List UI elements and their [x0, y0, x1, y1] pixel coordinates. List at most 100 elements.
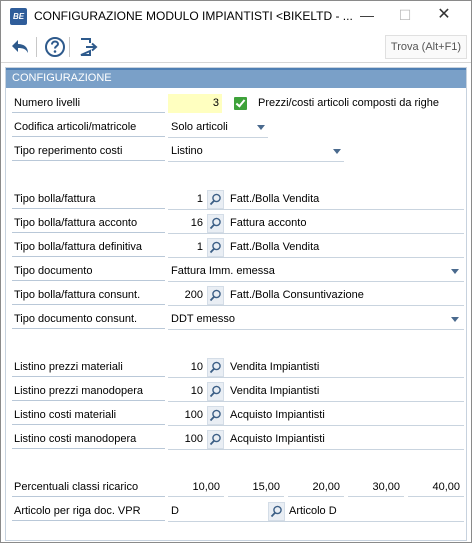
chevron-down-icon[interactable]: [254, 118, 268, 136]
listino-prezzi-materiali-desc: Vendita Impiantisti: [230, 361, 320, 373]
tipo-bolla-consunt-desc: Fatt./Bolla Consuntivazione: [230, 289, 364, 301]
percentuale-input-1[interactable]: 10,00: [168, 478, 224, 497]
listino-costi-manodopera-input[interactable]: 100: [168, 430, 206, 449]
listino-costi-materiali-desc: Acquisto Impiantisti: [230, 409, 325, 421]
field-underline: [168, 209, 464, 210]
search-icon[interactable]: [268, 502, 285, 521]
listino-prezzi-manodopera-label: Listino prezzi manodopera: [14, 385, 144, 397]
section-header: CONFIGURAZIONE: [6, 68, 466, 88]
percentuali-label: Percentuali classi ricarico: [14, 481, 139, 493]
label-underline: [12, 208, 165, 209]
listino-prezzi-materiali-input[interactable]: 10: [168, 358, 206, 377]
tipo-bolla-label: Tipo bolla/fattura: [14, 193, 96, 205]
tipo-documento-label: Tipo documento: [14, 265, 93, 277]
prezzi-costi-label: Prezzi/costi articoli composti da righe: [258, 97, 439, 109]
app-icon: BE: [10, 8, 27, 25]
field-underline: [168, 233, 464, 234]
search-icon[interactable]: [207, 406, 224, 425]
label-underline: [12, 376, 165, 377]
percentuale-input-2[interactable]: 15,00: [228, 478, 284, 497]
field-underline: [168, 137, 268, 138]
search-icon[interactable]: [207, 358, 224, 377]
label-underline: [12, 328, 165, 329]
percentuale-input-4[interactable]: 30,00: [348, 478, 404, 497]
listino-costi-manodopera-label: Listino costi manodopera: [14, 433, 137, 445]
label-underline: [12, 424, 165, 425]
label-underline: [12, 496, 165, 497]
numero-livelli-label: Numero livelli: [14, 97, 81, 109]
tipo-bolla-definitiva-label: Tipo bolla/fattura definitiva: [14, 241, 142, 253]
tipo-bolla-acconto-desc: Fattura acconto: [230, 217, 307, 229]
window-title: CONFIGURAZIONE MODULO IMPIANTISTI <BIKEL…: [34, 9, 353, 23]
articolo-vpr-input[interactable]: D: [168, 502, 266, 521]
field-underline: [168, 257, 464, 258]
label-underline: [12, 136, 165, 137]
label-underline: [12, 160, 165, 161]
field-underline: [168, 401, 464, 402]
toolbar: Trova (Alt+F1): [1, 31, 471, 63]
tipo-bolla-acconto-input[interactable]: 16: [168, 214, 206, 233]
help-icon[interactable]: [44, 36, 66, 58]
field-underline: [168, 329, 464, 330]
field-underline: [168, 377, 464, 378]
listino-costi-manodopera-desc: Acquisto Impiantisti: [230, 433, 325, 445]
tipo-documento-consunt-select[interactable]: DDT emesso: [168, 310, 446, 329]
label-underline: [12, 280, 165, 281]
search-icon[interactable]: [207, 214, 224, 233]
tipo-bolla-definitiva-input[interactable]: 1: [168, 238, 206, 257]
tipo-bolla-consunt-input[interactable]: 200: [168, 286, 206, 305]
tipo-reperimento-label: Tipo reperimento costi: [14, 145, 123, 157]
field-underline: [168, 305, 464, 306]
numero-livelli-input[interactable]: 3: [168, 94, 222, 113]
search-icon[interactable]: [207, 190, 224, 209]
toolbar-separator: [69, 37, 70, 57]
search-icon[interactable]: [207, 286, 224, 305]
chevron-down-icon[interactable]: [448, 310, 462, 328]
label-underline: [12, 232, 165, 233]
articolo-vpr-desc: Articolo D: [289, 505, 337, 517]
tipo-documento-select[interactable]: Fattura Imm. emessa: [168, 262, 446, 281]
listino-costi-materiali-input[interactable]: 100: [168, 406, 206, 425]
label-underline: [12, 256, 165, 257]
listino-prezzi-manodopera-desc: Vendita Impiantisti: [230, 385, 320, 397]
tipo-bolla-desc: Fatt./Bolla Vendita: [230, 193, 320, 205]
percentuale-input-3[interactable]: 20,00: [288, 478, 344, 497]
codifica-select[interactable]: Solo articoli: [168, 118, 252, 137]
search-icon[interactable]: [207, 382, 224, 401]
maximize-button[interactable]: ☐: [386, 1, 424, 31]
title-bar: BE CONFIGURAZIONE MODULO IMPIANTISTI <BI…: [1, 1, 471, 31]
label-underline: [12, 112, 165, 113]
listino-prezzi-manodopera-input[interactable]: 10: [168, 382, 206, 401]
toolbar-separator: [36, 37, 37, 57]
field-underline: [168, 161, 344, 162]
label-underline: [12, 520, 165, 521]
search-icon[interactable]: [207, 238, 224, 257]
chevron-down-icon[interactable]: [330, 142, 344, 160]
field-underline: [168, 449, 464, 450]
main-window: BE CONFIGURAZIONE MODULO IMPIANTISTI <BI…: [0, 0, 472, 543]
exit-icon[interactable]: [77, 36, 99, 58]
listino-prezzi-materiali-label: Listino prezzi materiali: [14, 361, 123, 373]
tipo-bolla-input[interactable]: 1: [168, 190, 206, 209]
tipo-bolla-acconto-label: Tipo bolla/fattura acconto: [14, 217, 138, 229]
search-icon[interactable]: [207, 430, 224, 449]
configuration-panel: CONFIGURAZIONE Numero livelli 3 Prezzi/c…: [5, 67, 467, 541]
label-underline: [12, 448, 165, 449]
tipo-bolla-definitiva-desc: Fatt./Bolla Vendita: [230, 241, 320, 253]
minimize-button[interactable]: —: [348, 1, 386, 31]
listino-costi-materiali-label: Listino costi materiali: [14, 409, 117, 421]
tipo-documento-consunt-label: Tipo documento consunt.: [14, 313, 138, 325]
articolo-vpr-label: Articolo per riga doc. VPR: [14, 505, 141, 517]
tipo-reperimento-select[interactable]: Listino: [168, 142, 328, 161]
chevron-down-icon[interactable]: [448, 262, 462, 280]
field-underline: [168, 521, 464, 522]
field-underline: [168, 281, 464, 282]
back-arrow-icon[interactable]: [9, 36, 31, 58]
label-underline: [12, 400, 165, 401]
checkbox-icon[interactable]: [234, 97, 247, 110]
percentuale-input-5[interactable]: 40,00: [408, 478, 464, 497]
field-underline: [168, 425, 464, 426]
close-button[interactable]: ✕: [425, 1, 463, 31]
search-button[interactable]: Trova (Alt+F1): [385, 35, 467, 59]
label-underline: [12, 304, 165, 305]
